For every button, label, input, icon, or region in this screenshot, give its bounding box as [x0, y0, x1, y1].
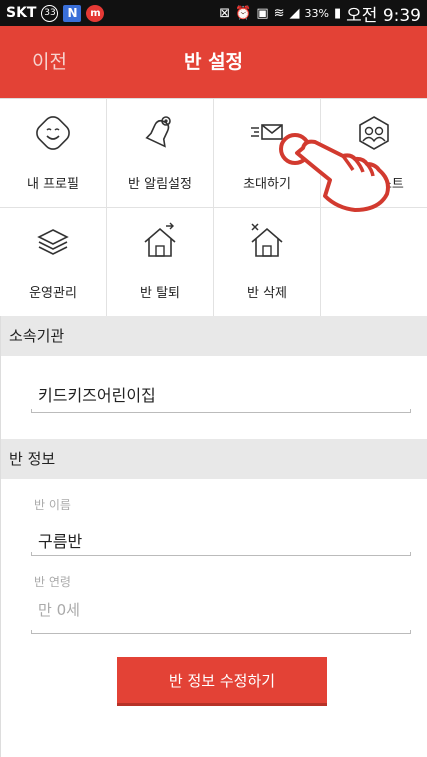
house-delete-icon [251, 223, 283, 257]
class-age-underline [31, 630, 411, 634]
bell-icon [145, 116, 171, 148]
menu-item-notification-settings[interactable]: 반 알림설정 [107, 99, 214, 208]
m-app-icon: m [86, 4, 105, 22]
class-name-underline [31, 552, 411, 556]
class-info-section-header: 반 정보 [0, 439, 427, 479]
class-name-label: 반 이름 [34, 498, 71, 512]
n-app-icon: N [63, 4, 82, 22]
mute-icon: ⊠ [219, 5, 231, 21]
menu-item-label: 반 삭제 [246, 286, 287, 301]
class-age-input[interactable]: 만 0세 [38, 599, 80, 620]
menu-item-label: 운영관리 [29, 286, 77, 301]
clock: 오전 9:39 [346, 5, 421, 26]
left-edge-divider [0, 316, 1, 757]
battery-icon: ▮ [333, 5, 342, 21]
menu-item-label: 반 알림설정 [128, 177, 192, 192]
layers-icon [37, 229, 69, 255]
menu-item-leave-class[interactable]: 반 탈퇴 [107, 208, 214, 317]
profile-face-icon [36, 116, 70, 150]
hd-voice-icon: ▣ [256, 5, 269, 21]
notification-count-icon: 33 [41, 4, 59, 22]
affiliation-field-underline [31, 409, 411, 413]
battery-percent: 33% [304, 6, 329, 20]
menu-item-my-profile[interactable]: 내 프로필 [0, 99, 107, 208]
class-name-input[interactable]: 구름반 [38, 528, 82, 552]
button-shadow [117, 703, 327, 706]
tap-hand-icon [279, 133, 390, 212]
menu-item-label: 내 프로필 [27, 177, 79, 192]
status-bar: SKT 33 N m ⊠ ⏰ ▣ ≋ ◢ 33% ▮ 오전 9:39 [0, 0, 427, 26]
class-age-label: 반 연령 [34, 575, 71, 589]
carrier-label: SKT [6, 5, 37, 21]
affiliation-value: 키드키즈어린이집 [38, 386, 156, 405]
menu-item-label: 반 탈퇴 [139, 286, 180, 301]
menu-item-management[interactable]: 운영관리 [0, 208, 107, 317]
update-class-info-button[interactable]: 반 정보 수정하기 [117, 657, 327, 705]
app-header: 이전 반 설정 [0, 26, 427, 98]
alarm-icon: ⏰ [235, 5, 252, 21]
wifi-icon: ≋ [273, 5, 285, 21]
affiliation-section-header: 소속기관 [0, 316, 427, 356]
house-leave-icon [144, 222, 176, 257]
page-title: 반 설정 [183, 51, 244, 73]
signal-icon: ◢ [289, 5, 300, 21]
